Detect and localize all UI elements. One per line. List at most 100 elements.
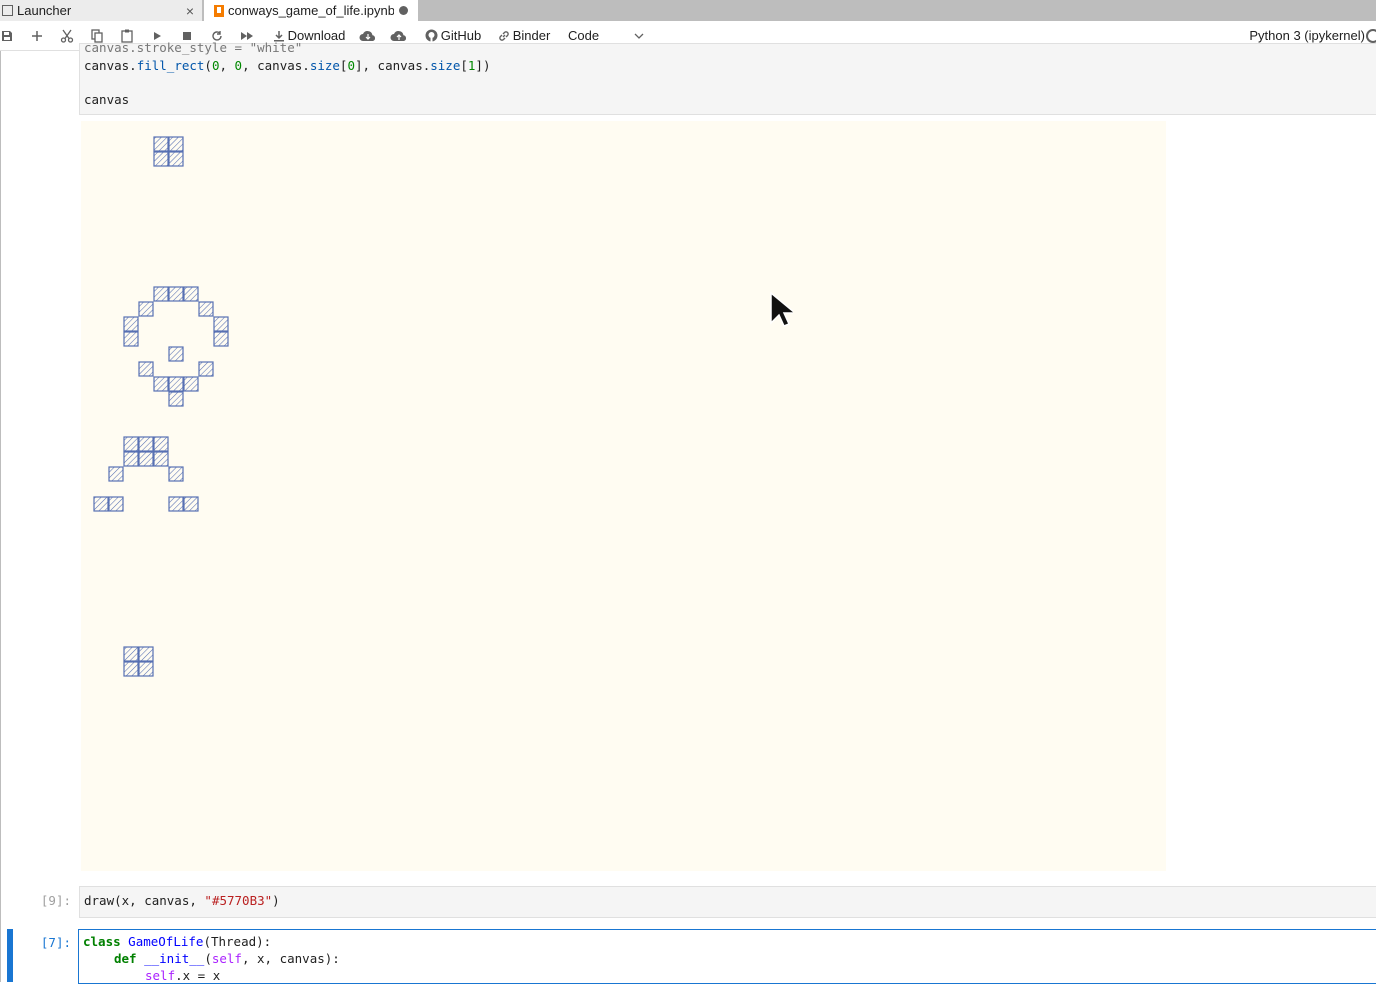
kernel-status-icon[interactable] — [1366, 29, 1376, 43]
live-cell — [93, 496, 109, 512]
fast-forward-icon — [241, 31, 253, 40]
live-cell — [108, 496, 124, 512]
code-line: class GameOfLife(Thread): — [83, 934, 271, 949]
code-token: self — [145, 968, 176, 983]
live-cell — [123, 646, 139, 662]
live-cell — [153, 151, 169, 167]
cell-prompt: [9]: — [40, 893, 71, 908]
live-cell — [123, 451, 139, 467]
code-token: , — [219, 58, 235, 73]
cloud-upload-icon — [390, 30, 407, 41]
code-token: draw(x, canvas, — [84, 893, 205, 908]
live-cell — [123, 436, 139, 452]
notebook-panel: canvas.stroke_style = "white" canvas.fil… — [0, 40, 1376, 984]
code-token: def — [114, 951, 137, 966]
add-icon — [32, 30, 42, 41]
code-token: "#5770B3" — [204, 893, 273, 908]
code-cell-gameoflife[interactable]: class GameOfLife(Thread): def __init__(s… — [78, 929, 1376, 984]
live-cells — [93, 136, 229, 677]
live-cell — [183, 286, 199, 302]
code-token: size — [430, 58, 461, 73]
code-token: __init__ — [144, 951, 205, 966]
live-cell — [138, 361, 154, 377]
code-line: def __init__(self, x, canvas): — [114, 951, 340, 966]
code-token: class — [83, 934, 121, 949]
link-icon — [498, 30, 509, 41]
live-cell — [153, 436, 169, 452]
code-token: , x, canvas): — [241, 951, 340, 966]
tab-label: conways_game_of_life.ipynb — [228, 3, 394, 18]
live-cell — [183, 376, 199, 392]
code-token: ], canvas. — [354, 58, 431, 73]
github-label: GitHub — [440, 28, 482, 43]
binder-label: Binder — [512, 28, 551, 43]
live-cell — [138, 646, 154, 662]
code-token: size — [309, 58, 340, 73]
live-cell — [123, 316, 139, 332]
live-cell — [183, 496, 199, 512]
tab-launcher[interactable]: Launcher × — [0, 0, 203, 21]
cell-type-value: Code — [568, 28, 600, 43]
notebook-icon — [214, 4, 224, 17]
save-button[interactable] — [0, 21, 14, 50]
cell-prompt: [7]: — [40, 935, 71, 950]
unsaved-indicator-icon[interactable] — [399, 6, 408, 15]
code-token: .x = x — [175, 968, 221, 983]
code-token: fill_rect — [136, 58, 205, 73]
code-token: ( — [204, 58, 212, 73]
code-line: canvas.stroke_style = "white" — [84, 40, 303, 55]
canvas-output[interactable] — [81, 121, 1166, 871]
code-token: ) — [272, 893, 280, 908]
live-cell — [153, 451, 169, 467]
live-cell — [198, 301, 214, 317]
code-token: , canvas. — [242, 58, 310, 73]
live-cell — [108, 466, 124, 482]
live-cell — [213, 316, 229, 332]
code-token: self — [211, 951, 242, 966]
live-cell — [138, 661, 154, 677]
save-icon — [2, 30, 12, 41]
tab-bar: Launcher × conways_game_of_life.ipynb — [0, 0, 1376, 21]
code-token: canvas. — [84, 58, 137, 73]
cut-button[interactable] — [58, 21, 76, 50]
live-cell — [168, 496, 184, 512]
live-cell — [168, 391, 184, 407]
code-cell-draw[interactable]: draw(x, canvas, "#5770B3") — [79, 886, 1376, 918]
chevron-down-icon — [634, 33, 644, 39]
code-line: self.x = x — [145, 968, 220, 983]
kernel-label: Python 3 (ipykernel) — [1249, 28, 1365, 43]
code-token: ( — [204, 951, 212, 966]
live-cell — [168, 466, 184, 482]
live-cell — [138, 436, 154, 452]
cloud-download-icon — [359, 30, 376, 41]
code-token: [ — [460, 58, 468, 73]
live-cell — [153, 376, 169, 392]
live-cell — [123, 331, 139, 347]
live-cell — [168, 376, 184, 392]
live-cell — [138, 451, 154, 467]
insert-cell-button[interactable] — [28, 21, 46, 50]
cut-icon — [60, 29, 74, 43]
live-cell — [168, 151, 184, 167]
live-cell — [138, 301, 154, 317]
code-line: canvas.fill_rect(0, 0, canvas.size[0], c… — [84, 58, 490, 73]
code-token: GameOfLife — [128, 934, 204, 949]
live-cell — [168, 136, 184, 152]
code-token: 0 — [234, 58, 243, 73]
code-cell-canvas[interactable]: canvas.stroke_style = "white" canvas.fil… — [79, 40, 1376, 115]
live-cell — [198, 361, 214, 377]
run-icon — [154, 31, 161, 40]
mouse-cursor-icon — [769, 291, 798, 332]
code-token: (Thread): — [203, 934, 272, 949]
tab-notebook[interactable]: conways_game_of_life.ipynb — [204, 0, 418, 21]
live-cell — [168, 346, 184, 362]
game-of-life-canvas — [93, 136, 229, 677]
launcher-icon — [2, 5, 13, 16]
live-cell — [123, 661, 139, 677]
close-icon[interactable]: × — [186, 3, 194, 19]
live-cell — [153, 286, 169, 302]
code-token: 0 — [347, 58, 355, 73]
live-cell — [168, 286, 184, 302]
code-token: ]) — [475, 58, 491, 73]
code-line: draw(x, canvas, "#5770B3") — [84, 893, 280, 908]
